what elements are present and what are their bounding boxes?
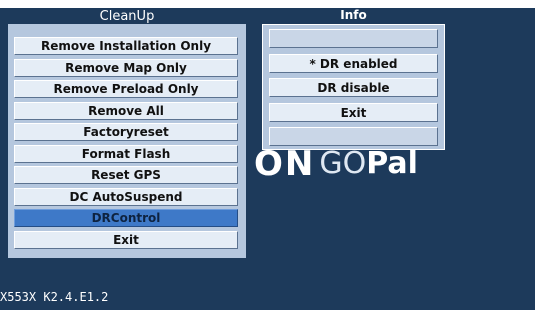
info-title: Info xyxy=(340,8,367,22)
logo-go: GO xyxy=(319,146,367,181)
info-exit-button[interactable]: Exit xyxy=(269,103,438,122)
gopal-logo: ON GO Pal xyxy=(254,147,418,187)
dr-disable-button[interactable]: DR disable xyxy=(269,78,438,97)
format-flash-button[interactable]: Format Flash xyxy=(14,145,238,163)
logo-on: ON xyxy=(254,144,316,184)
remove-map-only-button[interactable]: Remove Map Only xyxy=(14,59,238,77)
reset-gps-button[interactable]: Reset GPS xyxy=(14,166,238,184)
info-menu: * DR enabled DR disable Exit xyxy=(262,24,445,150)
drcontrol-button[interactable]: DRControl xyxy=(14,209,238,227)
version-label: X553X K2.4.E1.2 xyxy=(0,290,109,304)
top-strip xyxy=(0,0,535,8)
cleanup-title: CleanUp xyxy=(99,9,155,24)
remove-preload-only-button[interactable]: Remove Preload Only xyxy=(14,80,238,98)
remove-installation-only-button[interactable]: Remove Installation Only xyxy=(14,37,238,55)
factoryreset-button[interactable]: Factoryreset xyxy=(14,123,238,141)
cleanup-menu: Remove Installation Only Remove Map Only… xyxy=(8,24,246,258)
remove-all-button[interactable]: Remove All xyxy=(14,102,238,120)
logo-pal: Pal xyxy=(366,146,418,181)
dr-enabled-button[interactable]: * DR enabled xyxy=(269,54,438,73)
cleanup-exit-button[interactable]: Exit xyxy=(14,231,238,249)
dc-autosuspend-button[interactable]: DC AutoSuspend xyxy=(14,188,238,206)
info-blank-item-top xyxy=(269,29,438,48)
